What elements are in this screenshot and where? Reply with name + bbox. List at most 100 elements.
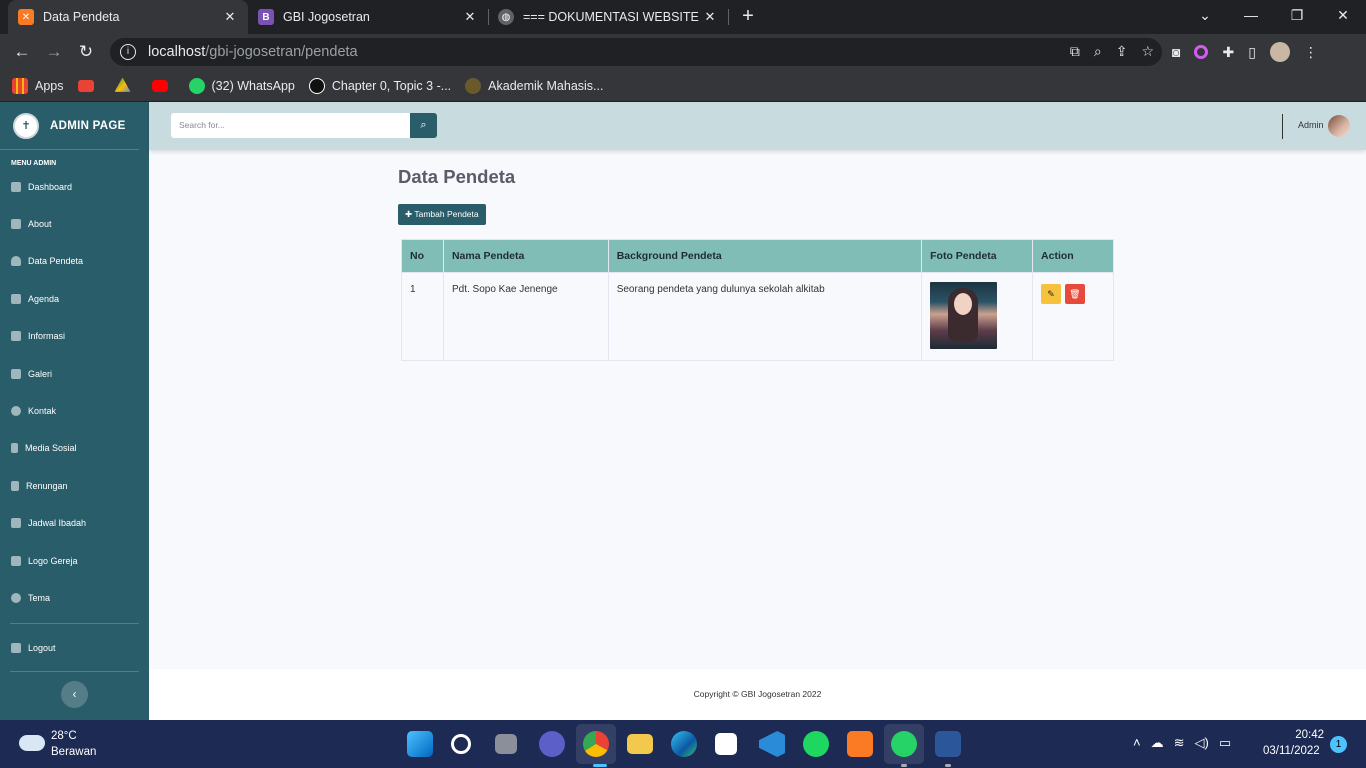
tab-title: GBI Jogosetran	[283, 10, 370, 24]
weather-desc[interactable]: Berawan	[51, 746, 96, 758]
sidebar-brand[interactable]: ✝ ADMIN PAGE	[0, 102, 139, 150]
menu-kebab-icon[interactable]: ⋮	[1304, 44, 1318, 61]
bookmark-apps[interactable]: Apps	[12, 77, 64, 94]
cell-no: 1	[401, 272, 444, 361]
sidebar-item-logout[interactable]: Logout	[0, 630, 149, 667]
clock-date[interactable]: 03/11/2022	[1263, 745, 1320, 757]
sidebar-item-label: About	[28, 219, 52, 230]
sidebar-toggle-chevron-left-icon[interactable]: ‹	[61, 681, 88, 708]
search-input[interactable]: Search for...	[171, 113, 410, 138]
address-bar[interactable]: i localhost/gbi-jogosetran/pendeta ⧉ ⌕ ⇪…	[110, 38, 1162, 66]
back-arrow-icon[interactable]: ←	[11, 41, 33, 63]
bookmark-whatsapp[interactable]: (32) WhatsApp	[188, 77, 295, 94]
chrome-active-indicator	[593, 764, 607, 767]
battery-icon[interactable]: ▭	[1219, 735, 1231, 751]
search-icon[interactable]	[451, 734, 471, 754]
site-info-icon[interactable]: i	[120, 44, 136, 60]
store-icon[interactable]	[715, 733, 737, 755]
sidebar-item-about[interactable]: About	[0, 205, 149, 242]
bookmark-chapter[interactable]: Chapter 0, Topic 3 -...	[308, 77, 451, 94]
add-pendeta-button[interactable]: ✚ Tambah Pendeta	[398, 204, 486, 225]
chat-icon[interactable]	[539, 731, 565, 757]
browser-toolbar: ← → ↻ i localhost/gbi-jogosetran/pendeta…	[0, 34, 1366, 70]
restore-icon[interactable]: ❐	[1274, 0, 1320, 30]
topbar: Search for... ⌕ Admin	[149, 102, 1366, 150]
profile-avatar[interactable]	[1269, 42, 1290, 62]
sidebar-item-jadwal-ibadah[interactable]: Jadwal Ibadah	[0, 505, 149, 542]
file-explorer-icon[interactable]	[627, 734, 653, 754]
wifi-icon[interactable]: ≋	[1174, 735, 1185, 751]
sidebar-item-dashboard[interactable]: Dashboard	[0, 168, 149, 205]
sidebar-item-label: Renungan	[26, 480, 68, 491]
tab-gbi-jogosetran[interactable]: B GBI Jogosetran ✕	[248, 0, 488, 34]
color-extension-icon[interactable]	[1194, 45, 1209, 59]
cell-nama: Pdt. Sopo Kae Jenenge	[442, 272, 609, 361]
window-close-icon[interactable]: ✕	[1320, 0, 1366, 30]
forward-arrow-icon[interactable]: →	[43, 41, 65, 63]
sidebar-item-informasi[interactable]: Informasi	[0, 318, 149, 355]
share-icon[interactable]: ⇪	[1116, 43, 1128, 60]
university-icon	[465, 77, 482, 94]
tab-title: === DOKUMENTASI WEBSITE SI	[523, 10, 702, 24]
trash-icon: 🗑	[1069, 289, 1081, 299]
bookmark-gmail[interactable]	[77, 79, 101, 92]
windows-taskbar: 28°C Berawan ˄ ☁ ≋ ◁) ▭ 20:42 03/11/2022…	[0, 720, 1366, 768]
bookmark-drive[interactable]	[114, 77, 138, 94]
cloud-icon[interactable]	[19, 735, 45, 751]
bookmark-star-icon[interactable]: ☆	[1141, 43, 1154, 60]
sidebar-divider	[10, 671, 139, 673]
reload-icon[interactable]: ↻	[75, 41, 97, 63]
puzzle-extensions-icon[interactable]: ✚	[1222, 44, 1234, 61]
task-view-icon[interactable]	[495, 734, 517, 754]
chevron-up-icon[interactable]: ˄	[1133, 735, 1141, 751]
close-icon[interactable]: ✕	[462, 9, 478, 25]
sidebar-item-tema[interactable]: Tema	[0, 579, 149, 616]
new-tab-plus-icon[interactable]: +	[738, 6, 758, 26]
translate-icon[interactable]: ⧉	[1070, 43, 1080, 60]
search-button[interactable]: ⌕	[410, 113, 437, 138]
sidebar-item-data-pendeta[interactable]: Data Pendeta	[0, 243, 149, 280]
close-icon[interactable]: ✕	[702, 9, 718, 25]
whatsapp-icon[interactable]	[891, 731, 917, 757]
camera-extension-icon[interactable]: ◙	[1172, 44, 1180, 60]
close-icon[interactable]: ✕	[222, 9, 238, 25]
tab-dokumentasi[interactable]: ◍ === DOKUMENTASI WEBSITE SI ✕	[488, 0, 728, 34]
sitemap-icon	[11, 219, 21, 230]
sidebar-divider	[10, 622, 139, 624]
avatar[interactable]	[1328, 115, 1350, 137]
notification-badge[interactable]: 1	[1330, 736, 1347, 753]
edge-icon[interactable]	[671, 731, 697, 757]
xampp-icon[interactable]	[847, 731, 873, 757]
side-panel-icon[interactable]: ▯	[1248, 44, 1256, 61]
onedrive-icon[interactable]: ☁	[1151, 735, 1164, 751]
vscode-icon[interactable]	[759, 731, 785, 757]
crown-icon	[11, 555, 21, 566]
weather-temp[interactable]: 28°C	[51, 730, 77, 742]
sidebar-item-agenda[interactable]: Agenda	[0, 280, 149, 317]
tab-data-pendeta[interactable]: ✕ Data Pendeta ✕	[8, 0, 248, 34]
chrome-icon[interactable]	[583, 731, 609, 757]
speaker-icon[interactable]: ◁)	[1195, 735, 1209, 751]
cell-foto	[921, 272, 1034, 361]
sidebar-item-label: Logo Gereja	[28, 555, 78, 566]
sidebar-item-media-sosial[interactable]: Media Sosial	[0, 430, 149, 467]
windows-start-icon[interactable]	[407, 731, 433, 757]
minimize-icon[interactable]: —	[1228, 0, 1274, 30]
pendeta-photo	[930, 282, 998, 349]
bookmark-youtube[interactable]	[151, 79, 175, 92]
sidebar-item-logo-gereja[interactable]: Logo Gereja	[0, 542, 149, 579]
clock-time[interactable]: 20:42	[1292, 729, 1324, 741]
word-icon[interactable]	[935, 731, 961, 757]
bookmark-akademik[interactable]: Akademik Mahasis...	[465, 77, 603, 94]
photo-face	[954, 293, 973, 315]
spotify-icon[interactable]	[803, 731, 829, 757]
word-indicator	[945, 764, 951, 767]
edit-button[interactable]: ✎	[1041, 284, 1062, 304]
sidebar-item-kontak[interactable]: Kontak	[0, 392, 149, 429]
user-name[interactable]: Admin	[1298, 120, 1324, 130]
tab-search-chevron-icon[interactable]: ⌄	[1182, 0, 1228, 30]
delete-button[interactable]: 🗑	[1064, 284, 1085, 304]
zoom-icon[interactable]: ⌕	[1094, 43, 1102, 60]
sidebar-item-renungan[interactable]: Renungan	[0, 467, 149, 504]
sidebar-item-galeri[interactable]: Galeri	[0, 355, 149, 392]
